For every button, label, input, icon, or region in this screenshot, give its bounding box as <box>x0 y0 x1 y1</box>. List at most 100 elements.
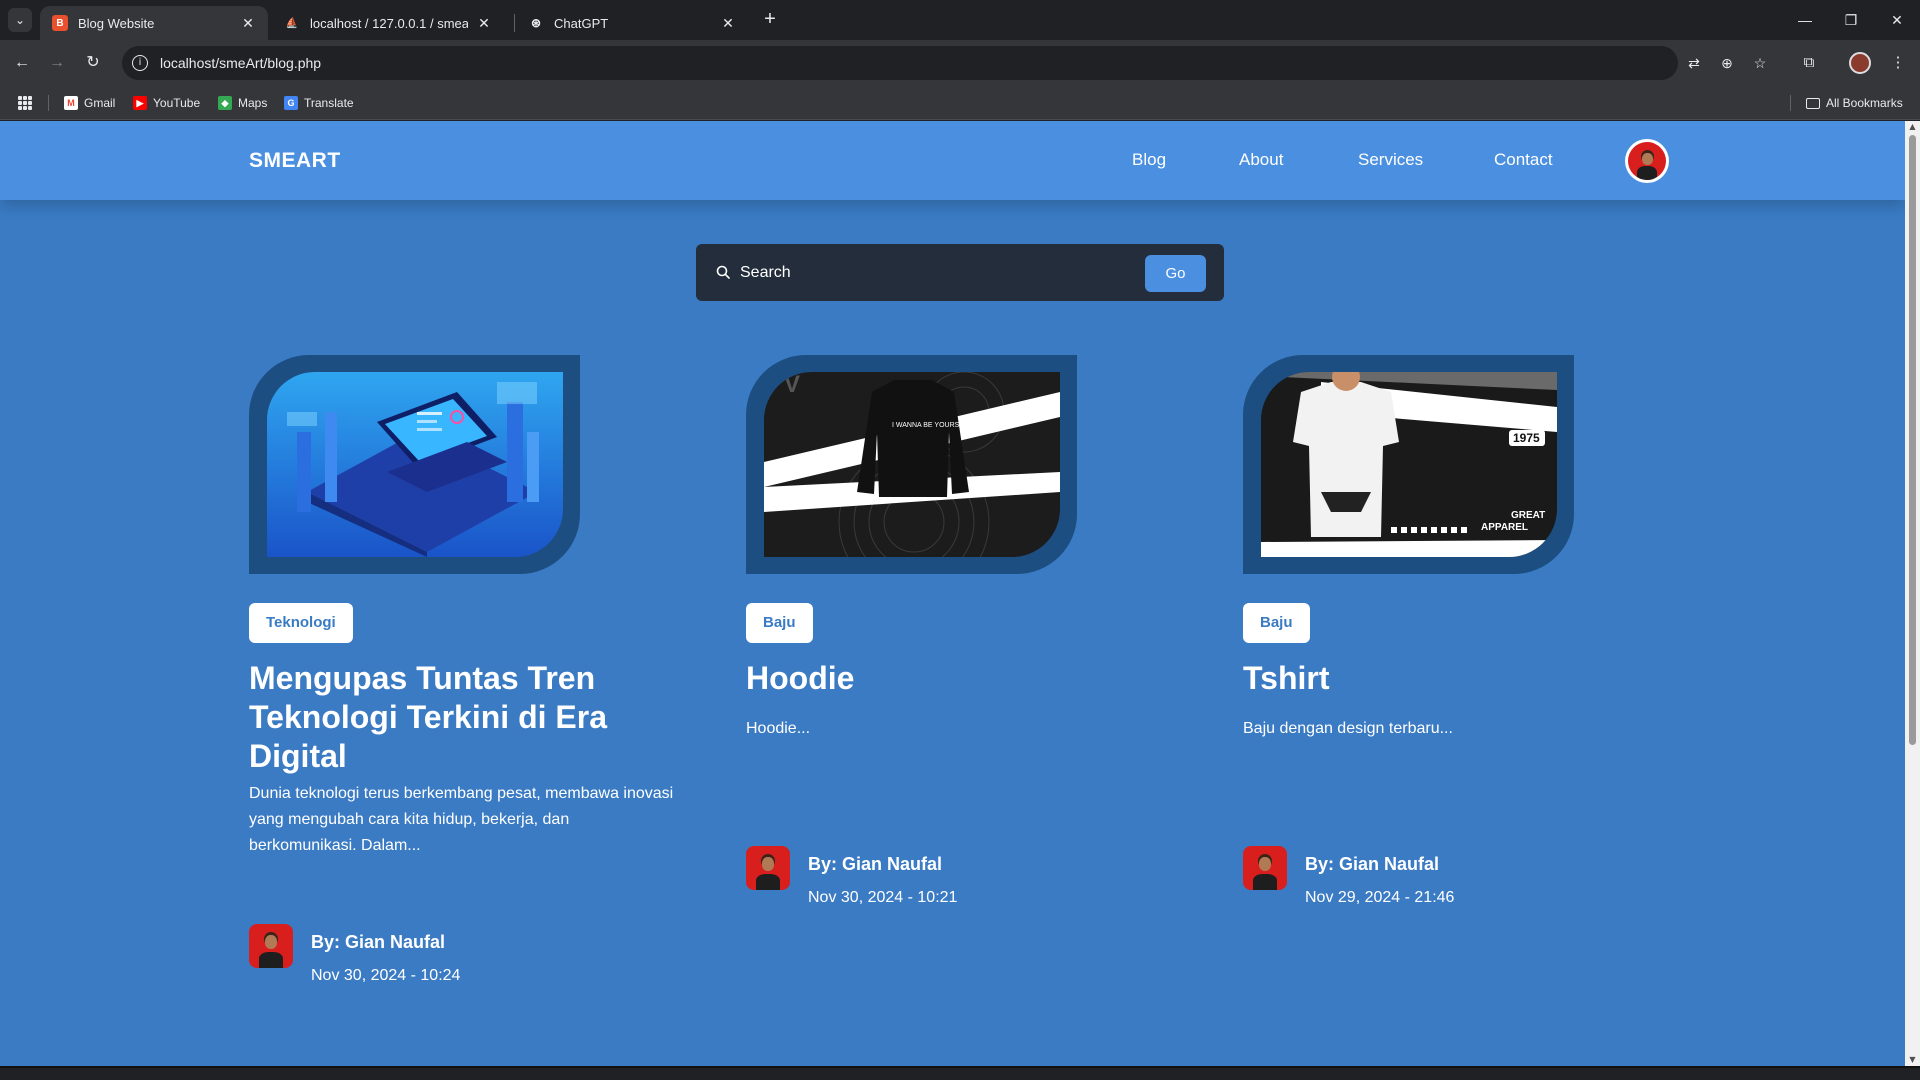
reload-icon: ↻ <box>86 54 100 71</box>
plus-icon: + <box>764 8 776 30</box>
author-avatar <box>249 924 293 968</box>
card-image[interactable]: 1975 GREAT APPAREL <box>1261 372 1557 557</box>
tshirt-product-image: 1975 GREAT APPAREL <box>1261 372 1557 557</box>
search-input[interactable] <box>740 261 1120 285</box>
extensions-icon[interactable]: ⧉ <box>1797 51 1821 75</box>
bookmark-divider <box>48 95 49 111</box>
post-author: By: Gian Naufal Nov 30, 2024 - 10:21 <box>746 846 1176 906</box>
post-title[interactable]: Hoodie <box>746 659 1166 698</box>
category-badge[interactable]: Baju <box>1243 603 1310 643</box>
search-bar: Go <box>696 244 1224 301</box>
scroll-up-icon[interactable]: ▲ <box>1905 121 1920 133</box>
search-icon <box>716 265 730 279</box>
bookmark-translate[interactable]: G Translate <box>284 94 354 112</box>
tab-blog-website[interactable]: B Blog Website ✕ <box>40 6 268 40</box>
all-bookmarks-button[interactable]: All Bookmarks <box>1806 94 1903 112</box>
page-scrollbar[interactable]: ▲ ▼ <box>1905 121 1920 1066</box>
svg-text:V: V <box>784 372 800 398</box>
user-avatar[interactable] <box>1625 139 1669 183</box>
search-go-button[interactable]: Go <box>1145 255 1206 292</box>
minimize-button[interactable]: — <box>1782 8 1828 32</box>
back-button[interactable]: ← <box>10 51 34 75</box>
menu-kebab-icon[interactable]: ⋮ <box>1886 51 1910 75</box>
tshirt-great-text: GREAT <box>1511 510 1545 521</box>
bookmark-star-icon[interactable]: ☆ <box>1748 51 1772 75</box>
author-name: By: Gian Naufal <box>808 854 943 874</box>
restore-button[interactable]: ❐ <box>1828 8 1874 32</box>
bookmark-divider <box>1790 95 1791 111</box>
window-bottom-edge <box>0 1066 1920 1080</box>
close-icon[interactable]: ✕ <box>476 15 492 32</box>
post-excerpt: Dunia teknologi terus berkembang pesat, … <box>249 785 674 854</box>
close-icon[interactable]: ✕ <box>240 15 256 32</box>
tab-phpmyadmin[interactable]: ⛵ localhost / 127.0.0.1 / smeart_d ✕ <box>272 6 504 40</box>
card-image-frame <box>249 355 580 574</box>
gmail-icon: M <box>64 96 78 110</box>
maps-icon: ◆ <box>218 96 232 110</box>
browser-tabbar: ⌄ B Blog Website ✕ ⛵ localhost / 127.0.0… <box>0 0 1920 40</box>
browser-toolbar: ← → ↻ i localhost/smeArt/blog.php ⇄ ⊕ ☆ … <box>0 40 1920 86</box>
card-image-frame: I WANNA BE YOURS V <box>746 355 1077 574</box>
restore-icon: ❐ <box>1844 12 1858 28</box>
translate-icon: G <box>284 96 298 110</box>
isometric-tech-illustration <box>267 372 563 557</box>
folder-icon <box>1806 97 1820 109</box>
phpmyadmin-favicon-icon: ⛵ <box>285 17 299 29</box>
bookmarks-bar: M Gmail ▶ YouTube ◆ Maps G Translate All… <box>0 86 1920 120</box>
nav-link-about[interactable]: About <box>1239 150 1283 170</box>
card-image[interactable]: I WANNA BE YOURS V <box>764 372 1060 557</box>
close-icon: ✕ <box>1891 12 1903 28</box>
apps-grid-icon[interactable] <box>18 96 32 110</box>
site-info-icon[interactable]: i <box>132 55 148 71</box>
post-date: Nov 30, 2024 - 10:24 <box>311 967 461 984</box>
site-logo[interactable]: SMEART <box>249 149 341 173</box>
reload-button[interactable]: ↻ <box>81 51 105 75</box>
arrow-left-icon: ← <box>14 54 30 71</box>
category-badge[interactable]: Teknologi <box>249 603 353 643</box>
page-viewport: SMEART Blog About Services Contact Go <box>0 121 1905 1066</box>
hoodie-product-image: I WANNA BE YOURS V <box>764 372 1060 557</box>
author-name: By: Gian Naufal <box>311 932 446 952</box>
card-image[interactable] <box>267 372 563 557</box>
post-title[interactable]: Tshirt <box>1243 659 1663 698</box>
post-date: Nov 29, 2024 - 21:46 <box>1305 889 1455 906</box>
nav-link-contact[interactable]: Contact <box>1494 150 1553 170</box>
author-name: By: Gian Naufal <box>1305 854 1440 874</box>
chevron-down-icon: ⌄ <box>14 13 26 27</box>
tab-divider <box>514 14 515 32</box>
zoom-icon[interactable]: ⊕ <box>1715 51 1739 75</box>
tab-title: Blog Website <box>78 15 155 31</box>
tab-search-button[interactable]: ⌄ <box>8 8 32 32</box>
forward-button[interactable]: → <box>45 51 69 75</box>
close-icon[interactable]: ✕ <box>720 15 736 32</box>
post-excerpt: Baju dengan design terbaru... <box>1243 720 1453 737</box>
close-window-button[interactable]: ✕ <box>1874 8 1920 32</box>
new-tab-button[interactable]: + <box>758 8 782 32</box>
category-badge[interactable]: Baju <box>746 603 813 643</box>
post-author: By: Gian Naufal Nov 30, 2024 - 10:24 <box>249 924 679 984</box>
address-bar[interactable]: i localhost/smeArt/blog.php ⇄ ⊕ ☆ <box>122 46 1766 80</box>
bookmark-youtube[interactable]: ▶ YouTube <box>133 94 200 112</box>
tab-title: localhost / 127.0.0.1 / smeart_d <box>310 15 468 31</box>
profile-avatar[interactable] <box>1849 52 1871 74</box>
card-image-frame: 1975 GREAT APPAREL <box>1243 355 1574 574</box>
tshirt-apparel-text: APPAREL <box>1481 522 1528 533</box>
translate-icon[interactable]: ⇄ <box>1682 51 1706 75</box>
nav-link-blog[interactable]: Blog <box>1132 150 1166 170</box>
url-text[interactable]: localhost/smeArt/blog.php <box>160 55 321 71</box>
scroll-down-icon[interactable]: ▼ <box>1905 1054 1920 1066</box>
author-avatar <box>746 846 790 890</box>
blogger-favicon-icon: B <box>52 15 68 31</box>
minimize-icon: — <box>1798 12 1812 28</box>
bookmark-gmail[interactable]: M Gmail <box>64 94 115 112</box>
bookmark-maps[interactable]: ◆ Maps <box>218 94 267 112</box>
post-title[interactable]: Mengupas Tuntas Tren Teknologi Terkini d… <box>249 659 669 776</box>
bookmark-label: Gmail <box>84 96 116 110</box>
chatgpt-favicon-icon: ⊛ <box>530 16 542 30</box>
tab-chatgpt[interactable]: ⊛ ChatGPT ✕ <box>516 6 748 40</box>
all-bookmarks-label: All Bookmarks <box>1826 96 1903 110</box>
youtube-icon: ▶ <box>133 96 147 110</box>
nav-link-services[interactable]: Services <box>1358 150 1423 170</box>
scrollbar-thumb[interactable] <box>1909 135 1916 745</box>
bookmark-label: YouTube <box>153 96 201 110</box>
